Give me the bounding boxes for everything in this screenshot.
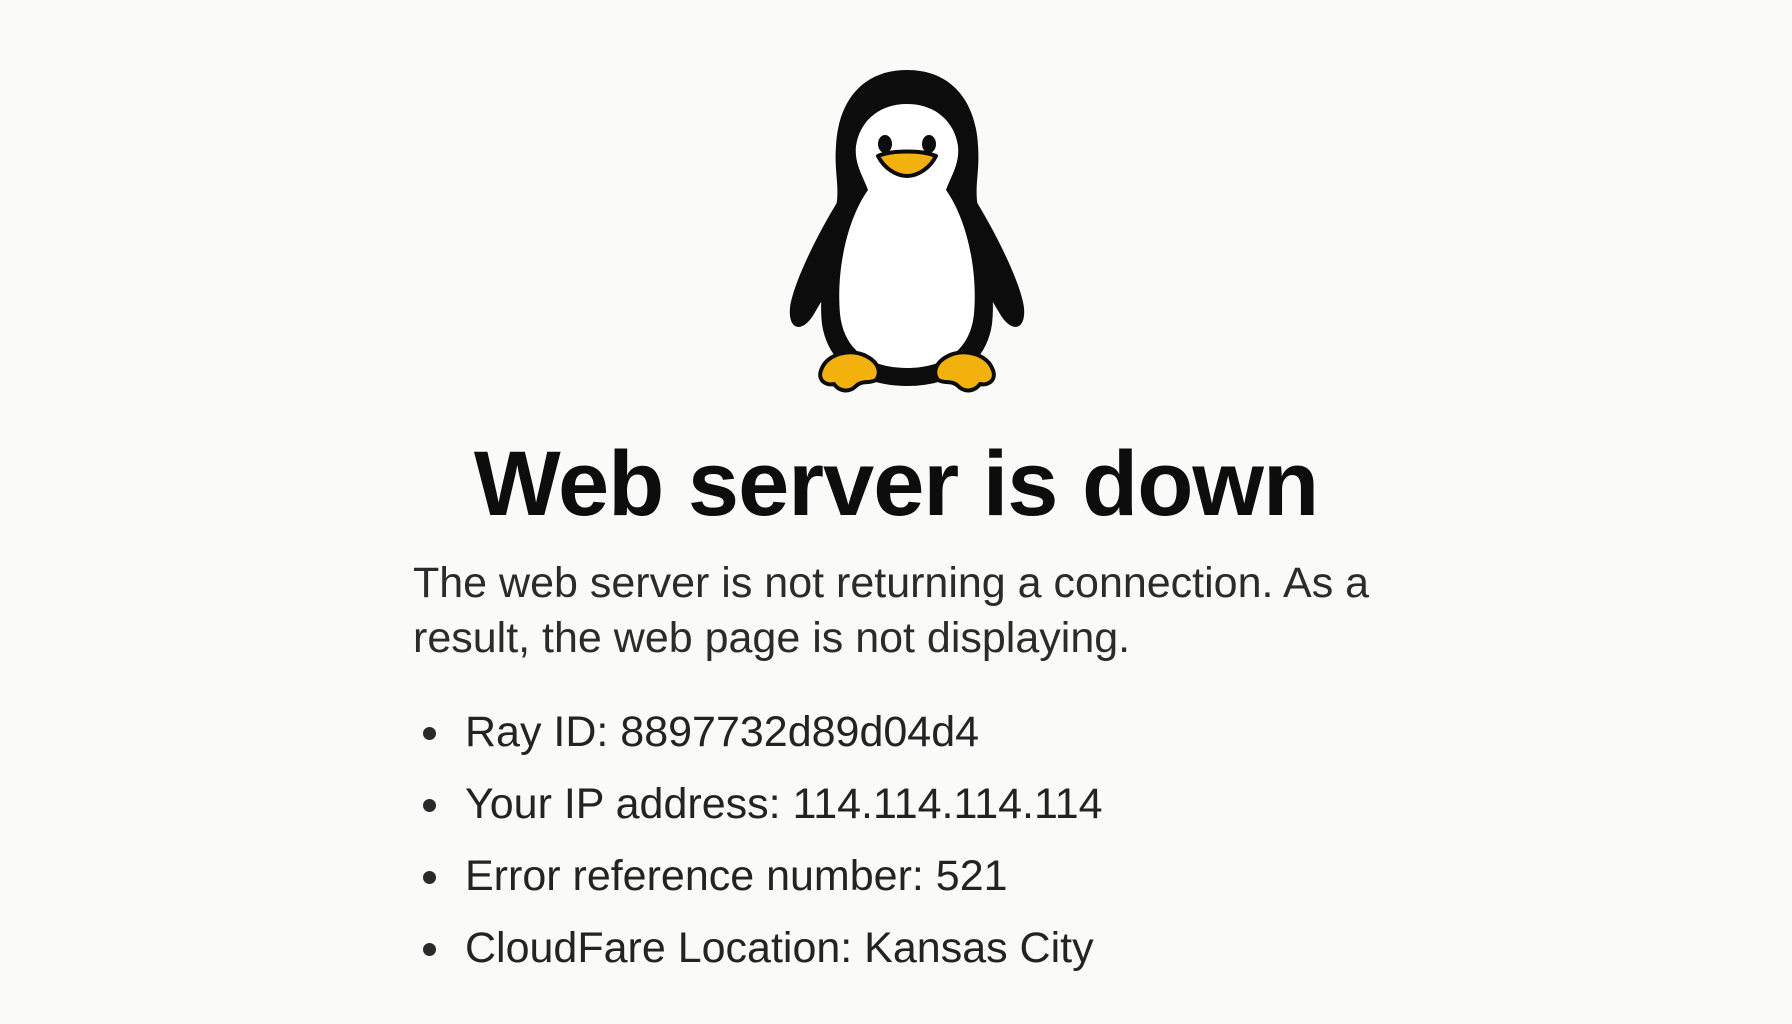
location-text: CloudFare Location: Kansas City <box>465 924 1094 972</box>
list-item-error-reference: Error reference number: 521 <box>413 840 1103 912</box>
bullet-icon <box>423 799 436 812</box>
list-item-ip-address: Your IP address: 114.114.114.114 <box>413 768 1103 840</box>
list-item-ray-id: Ray ID: 8897732d89d04d4 <box>413 696 1103 768</box>
page-title: Web server is down <box>473 433 1319 535</box>
penguin-icon <box>784 68 1030 400</box>
error-page: Web server is down The web server is not… <box>0 0 1792 1024</box>
error-reference-text: Error reference number: 521 <box>465 852 1008 900</box>
bullet-icon <box>423 943 436 956</box>
bullet-icon <box>423 727 436 740</box>
error-message: The web server is not returning a connec… <box>413 559 1370 662</box>
ip-address-text: Your IP address: 114.114.114.114 <box>465 780 1103 828</box>
bullet-icon <box>423 871 436 884</box>
ray-id-text: Ray ID: 8897732d89d04d4 <box>465 708 980 756</box>
list-item-location: CloudFare Location: Kansas City <box>413 912 1103 984</box>
error-details-list: Ray ID: 8897732d89d04d4 Your IP address:… <box>413 696 1103 984</box>
